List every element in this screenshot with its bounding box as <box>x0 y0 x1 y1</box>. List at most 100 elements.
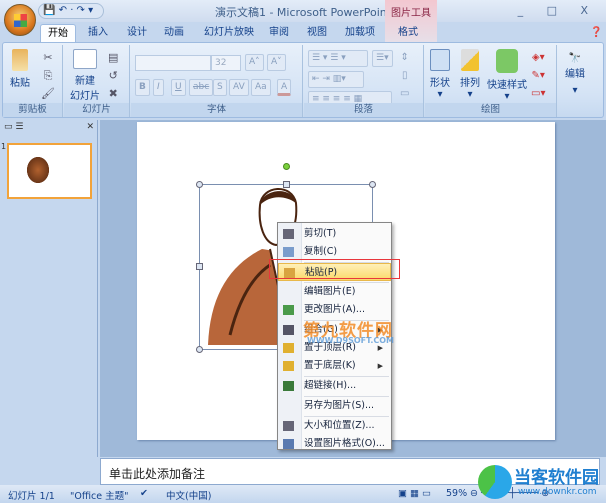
tab-home[interactable]: 开始 <box>40 24 76 42</box>
quick-styles-button[interactable]: 快速样式 ▾ <box>485 49 529 102</box>
resize-handle[interactable] <box>196 181 203 188</box>
group-label: 绘图 <box>425 103 556 117</box>
group-editing: 🔭 编辑 ▾ <box>559 45 591 117</box>
grow-font-button[interactable]: A˄ <box>245 54 264 71</box>
scissors-icon <box>283 229 294 239</box>
menu-item-label: 超链接(H)... <box>304 380 357 391</box>
indent-buttons[interactable]: ⇤ ⇥ ▥▾ <box>308 71 364 88</box>
group-drawing: 形状 ▾ 排列 ▾ 快速样式 ▾ ◈▾ ✎▾ ▭▾ 绘图 <box>425 45 557 117</box>
editing-button[interactable]: 🔭 编辑 ▾ <box>561 51 589 99</box>
group-font: 32 A˄ A˅ B I U abc S AV Aa A 字体 <box>131 45 303 117</box>
shrink-font-button[interactable]: A˅ <box>267 54 286 71</box>
underline-button[interactable]: U <box>171 79 186 96</box>
group-clipboard: 粘贴 ✂ ⎘ 🖌 剪贴板 <box>3 45 63 117</box>
send-back-icon <box>283 361 294 371</box>
layout-reset-delete-icons[interactable]: ▤ ↺ ✖ <box>108 49 118 103</box>
italic-button[interactable]: I <box>153 79 164 96</box>
line-spacing-button[interactable]: ☰▾ <box>372 50 393 67</box>
binoculars-icon: 🔭 <box>568 53 582 64</box>
office-button[interactable] <box>4 4 36 36</box>
cut-copy-format-icons[interactable]: ✂ ⎘ 🖌 <box>41 49 55 103</box>
help-icon[interactable]: ❓ <box>590 24 602 42</box>
context-menu-item[interactable]: 剪切(T) <box>278 225 391 243</box>
logo-url: www.downkr.com <box>518 487 597 497</box>
tab-insert[interactable]: 插入 <box>88 24 108 42</box>
submenu-arrow-icon: ▶ <box>377 362 383 370</box>
font-size-select[interactable]: 32 <box>211 55 241 71</box>
shadow-button[interactable]: S <box>213 79 227 96</box>
quick-access-toolbar[interactable]: 💾 ↶ · ↷ ▾ <box>38 3 104 19</box>
change-case-button[interactable]: Aa <box>251 79 271 96</box>
copy-icon <box>283 247 294 257</box>
shapes-button[interactable]: 形状 ▾ <box>425 49 455 100</box>
group-label: 字体 <box>131 103 302 117</box>
paste-button[interactable]: 粘贴 <box>9 49 31 89</box>
context-menu-item[interactable]: 大小和位置(Z)... <box>278 417 391 435</box>
font-color-button[interactable]: A <box>277 79 292 96</box>
watermark-url: WWW.D9SOFT.COM <box>307 336 395 345</box>
context-menu-item[interactable]: 设置图片格式(O)... <box>278 435 391 453</box>
strikethrough-button[interactable]: abc <box>189 79 214 96</box>
resize-handle[interactable] <box>369 181 376 188</box>
context-menu-item[interactable]: 置于底层(K) ▶ <box>278 357 391 375</box>
zoom-level[interactable]: 59% <box>446 488 467 499</box>
highlight-box <box>269 259 400 279</box>
tab-slideshow[interactable]: 幻灯片放映 <box>204 24 254 42</box>
tab-view[interactable]: 视图 <box>307 24 327 42</box>
spellcheck-icon[interactable]: ✔ <box>140 488 148 499</box>
text-direction-icons[interactable]: ⇕ ▯ ▭ <box>400 49 409 103</box>
slides-pane: ▭ ☰ ✕ 1 <box>0 120 98 457</box>
context-menu-item[interactable]: 编辑图片(E) <box>278 283 391 301</box>
new-slide-icon <box>73 49 97 69</box>
slide-counter: 幻灯片 1/1 <box>8 491 55 502</box>
window-controls[interactable]: _ □ X <box>518 4 598 17</box>
list-buttons[interactable]: ☰ ▾ ☰ ▾ <box>308 50 368 67</box>
tab-animation[interactable]: 动画 <box>164 24 184 42</box>
shapes-icon <box>430 49 450 71</box>
rotation-handle[interactable] <box>283 163 290 170</box>
language[interactable]: 中文(中国) <box>166 488 211 502</box>
group-label: 剪贴板 <box>3 103 62 117</box>
tab-format[interactable]: 格式 <box>398 24 418 42</box>
tab-review[interactable]: 审阅 <box>269 24 289 42</box>
tab-design[interactable]: 设计 <box>127 24 147 42</box>
group-slides: 新建幻灯片 ▾ ▤↺✖ 幻灯片 <box>64 45 130 117</box>
resize-handle[interactable] <box>196 263 203 270</box>
arrange-button[interactable]: 排列 ▾ <box>455 49 485 100</box>
group-label: 段落 <box>304 103 423 117</box>
menu-item-label: 编辑图片(E) <box>304 286 356 297</box>
menu-item-label: 更改图片(A)... <box>304 304 365 315</box>
site-logo: 当客软件园 www.downkr.com <box>478 461 606 503</box>
bring-front-icon <box>283 343 294 353</box>
thumbnail-picture <box>27 157 49 183</box>
fill-outline-effects-icons[interactable]: ◈▾ ✎▾ ▭▾ <box>531 49 545 103</box>
menu-item-label: 复制(C) <box>304 246 338 257</box>
thumbnail-number: 1 <box>1 142 7 151</box>
office-logo-icon <box>14 14 27 27</box>
menu-item-label: 剪切(T) <box>304 228 337 239</box>
resize-handle[interactable] <box>283 181 290 188</box>
ribbon: 粘贴 ✂⎘🖌 剪贴板 新建幻灯片 ▾ ▤↺✖ 幻灯片 32 A˄ A˅ B I … <box>2 42 604 118</box>
pane-tabs[interactable]: ▭ ☰ ✕ <box>4 122 96 137</box>
slide-thumbnail[interactable] <box>7 143 92 199</box>
context-menu-item[interactable]: 另存为图片(S)... <box>278 397 391 415</box>
spacing-button[interactable]: AV <box>229 79 249 96</box>
context-menu-item[interactable]: 超链接(H)... <box>278 377 391 395</box>
size-icon <box>283 421 294 431</box>
view-buttons[interactable]: ▣ ▦ ▭ <box>398 488 431 499</box>
tab-addins[interactable]: 加载项 <box>345 24 375 42</box>
quick-styles-icon <box>496 49 518 73</box>
bold-button[interactable]: B <box>135 79 150 96</box>
menu-item-label: 大小和位置(Z)... <box>304 420 375 431</box>
resize-handle[interactable] <box>196 346 203 353</box>
close-pane-icon[interactable]: ✕ <box>86 122 94 132</box>
menu-item-label: 另存为图片(S)... <box>304 400 375 411</box>
menu-item-label: 设置图片格式(O)... <box>304 438 385 449</box>
menu-item-label: 置于底层(K) <box>304 360 356 371</box>
logo-text: 当客软件园 <box>514 468 599 488</box>
group-icon <box>283 325 294 335</box>
font-name-select[interactable] <box>135 55 211 71</box>
paste-icon <box>12 49 28 71</box>
theme-name: "Office 主题" <box>70 491 129 502</box>
group-label: 幻灯片 <box>64 103 129 117</box>
